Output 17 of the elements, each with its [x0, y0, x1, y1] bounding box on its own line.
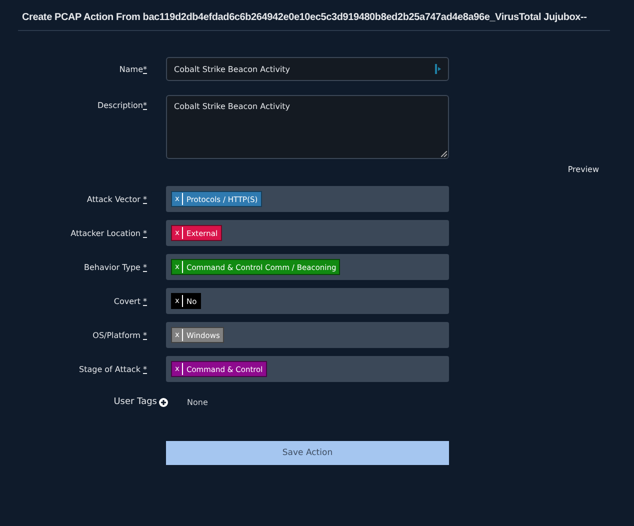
user-tags-value: None — [187, 398, 208, 406]
field-label: Covert * — [114, 296, 147, 306]
field-label: Name* — [119, 64, 147, 74]
resize-grip-icon — [441, 151, 447, 157]
field-label: Stage of Attack * — [79, 364, 147, 374]
description-field[interactable]: Cobalt Strike Beacon Activity — [166, 95, 449, 159]
dialog-title: Create PCAP Action From bac119d2db4efdad6c6b264942e0e10ec5c3d919480b8ed2b25a747ad4e8a96e_VirusTotal Jujubox-- — [22, 12, 587, 23]
preview-link[interactable]: Preview — [568, 165, 599, 174]
save-action-button[interactable]: Save Action — [166, 441, 449, 465]
field-label: Attacker Location * — [70, 228, 147, 238]
add-icon[interactable] — [159, 398, 168, 406]
field-label: OS/Platform * — [92, 330, 147, 340]
field-label: Behavior Type * — [84, 262, 147, 272]
name-field[interactable]: Cobalt Strike Beacon Activity — [166, 57, 449, 81]
field-label: User Tags — [114, 397, 157, 407]
field-label: Description* — [97, 101, 147, 110]
field-label: Attack Vector * — [86, 194, 147, 204]
